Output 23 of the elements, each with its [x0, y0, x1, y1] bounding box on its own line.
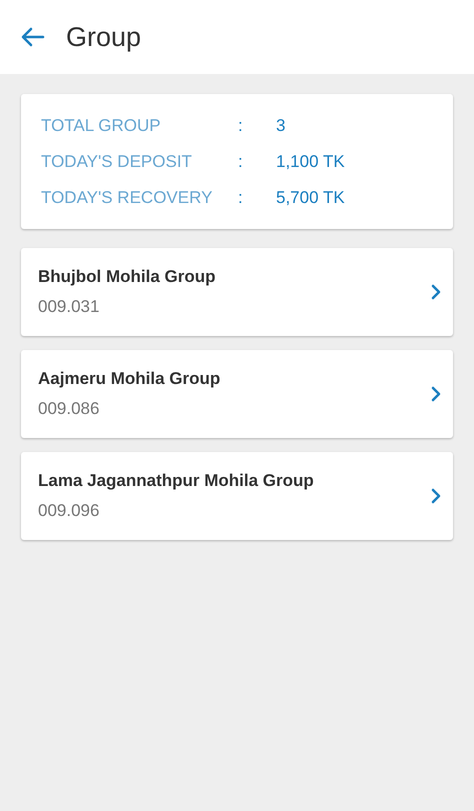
summary-value: 3	[276, 114, 286, 136]
group-name: Bhujbol Mohila Group	[38, 267, 216, 287]
back-arrow-icon	[21, 27, 45, 47]
group-code: 009.031	[38, 297, 100, 317]
summary-separator: :	[238, 186, 244, 208]
group-name: Aajmeru Mohila Group	[38, 369, 220, 389]
chevron-right-icon	[431, 488, 441, 504]
summary-separator: :	[238, 114, 244, 136]
summary-value: 1,100 TK	[276, 150, 345, 172]
group-card[interactable]: Bhujbol Mohila Group 009.031	[21, 248, 453, 336]
summary-label: TODAY'S DEPOSIT	[41, 150, 193, 172]
chevron-right-icon	[431, 386, 441, 402]
group-name: Lama Jagannathpur Mohila Group	[38, 471, 314, 491]
summary-label: TODAY'S RECOVERY	[41, 186, 214, 208]
summary-separator: :	[238, 150, 244, 172]
summary-label: TOTAL GROUP	[41, 114, 162, 136]
chevron-right-icon	[431, 284, 441, 300]
group-card[interactable]: Aajmeru Mohila Group 009.086	[21, 350, 453, 438]
group-card[interactable]: Lama Jagannathpur Mohila Group 009.096	[21, 452, 453, 540]
summary-value: 5,700 TK	[276, 186, 345, 208]
group-code: 009.096	[38, 501, 100, 521]
page-title: Group	[66, 20, 142, 54]
group-code: 009.086	[38, 399, 100, 419]
